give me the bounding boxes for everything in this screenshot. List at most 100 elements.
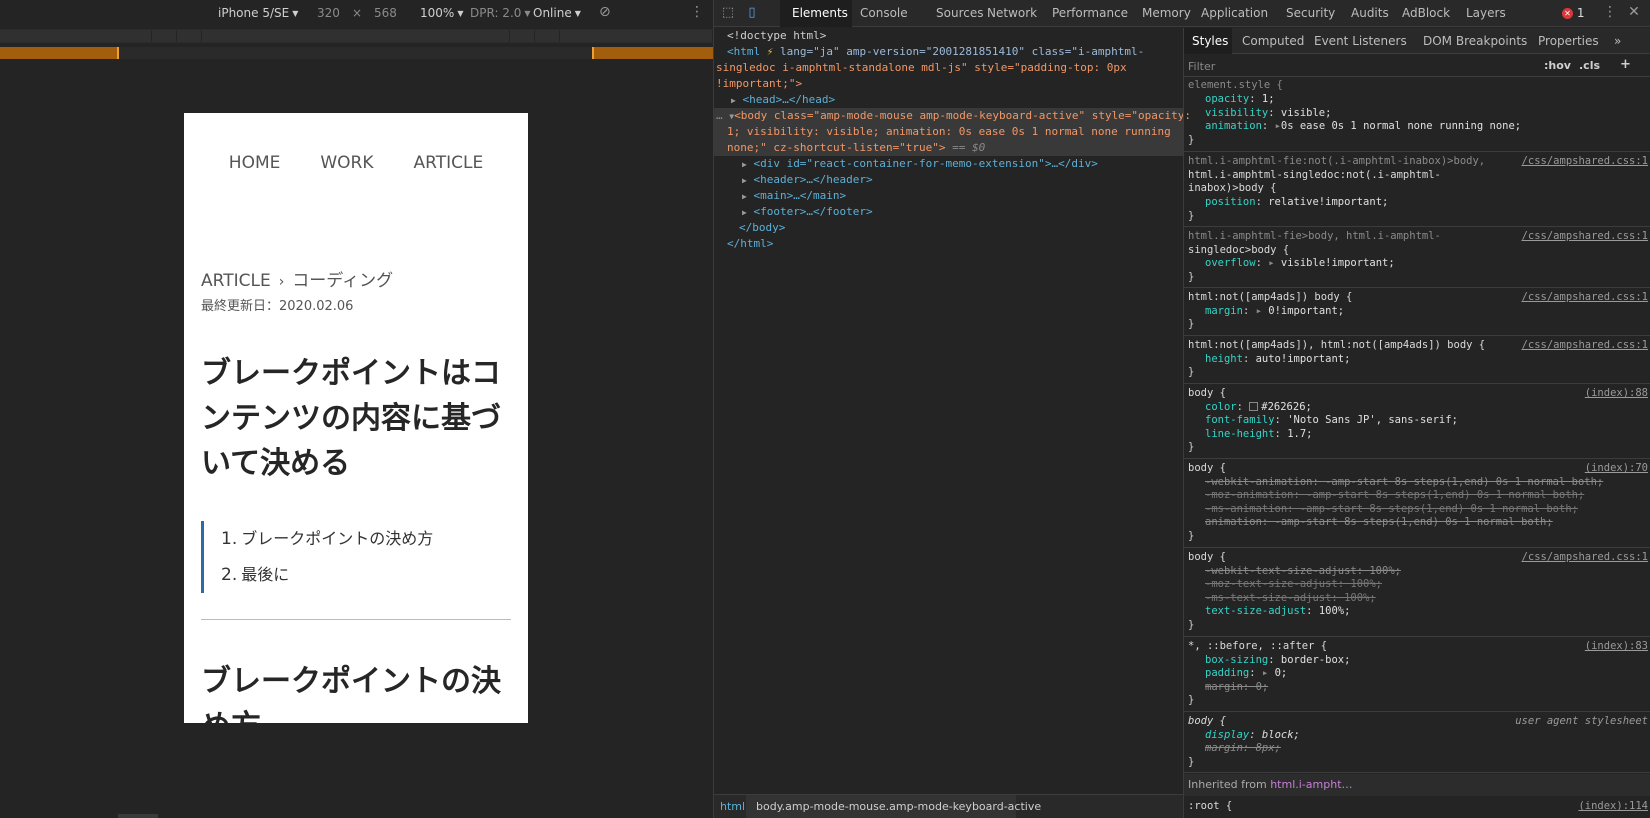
breakpoint-range[interactable] (592, 47, 713, 59)
rotate-icon[interactable]: ⊘ (599, 4, 611, 20)
tab-styles[interactable]: Styles (1192, 34, 1228, 48)
style-declaration[interactable]: animation: ▸0s ease 0s 1 normal none run… (1205, 120, 1521, 134)
style-declaration[interactable]: line-height: 1.7; (1205, 428, 1313, 442)
network-throttle-select[interactable]: Online ▼ (533, 6, 581, 20)
rule-source-link[interactable]: /css/ampshared.css:1 (1522, 291, 1648, 305)
expand-triangle-icon[interactable]: ▶ (731, 96, 736, 105)
inherited-tag-link[interactable]: html.i-ampht… (1270, 778, 1352, 791)
expand-triangle-icon[interactable]: ▸ (1256, 305, 1262, 317)
dom-node-header[interactable]: ▶ <header>…</header> (742, 172, 873, 189)
overridden-declaration[interactable]: -webkit-animation: -amp-start 8s steps(1… (1205, 476, 1603, 490)
rule-source-link[interactable]: (index):70 (1585, 462, 1648, 476)
dom-node-body[interactable]: … ▼<body class="amp-mode-mouse amp-mode-… (716, 108, 1191, 125)
width-input[interactable]: 320 (317, 6, 340, 20)
breakpoint-bar[interactable] (0, 47, 713, 59)
style-declaration[interactable]: padding: ▸ 0; (1205, 667, 1287, 681)
error-counter[interactable]: ✕ 1 (1562, 6, 1584, 20)
breadcrumb-article-link[interactable]: ARTICLE (201, 271, 271, 291)
rule-selector[interactable]: body { (1188, 715, 1226, 729)
rule-selector[interactable]: *, ::before, ::after { (1188, 640, 1327, 654)
rule-source-link[interactable]: /css/ampshared.css:1 (1522, 339, 1648, 353)
expand-triangle-icon[interactable]: ▶ (742, 176, 747, 185)
dom-node-head[interactable]: ▶ <head>…</head> (731, 92, 835, 109)
nav-article-link[interactable]: ARTICLE (414, 153, 484, 173)
style-declaration[interactable]: visibility: visible; (1205, 107, 1331, 121)
dom-node-main[interactable]: ▶ <main>…</main> (742, 188, 846, 205)
invalid-declaration[interactable]: -ms-animation: -amp-start 8s steps(1,end… (1205, 503, 1578, 517)
tab-event-listeners[interactable]: Event Listeners (1314, 34, 1407, 48)
toc-item[interactable]: 1. ブレークポイントの決め方 (221, 521, 433, 557)
close-icon[interactable]: ✕ (1626, 4, 1642, 20)
nav-work-link[interactable]: WORK (320, 153, 373, 173)
tab-adblock[interactable]: AdBlock (1402, 6, 1450, 20)
tab-security[interactable]: Security (1286, 6, 1335, 20)
rule-selector[interactable]: element.style { (1188, 79, 1283, 93)
tab-sources[interactable]: Sources (936, 6, 983, 20)
style-declaration[interactable]: margin: ▸ 0!important; (1205, 305, 1344, 319)
style-declaration[interactable]: font-family: 'Noto Sans JP', sans-serif; (1205, 414, 1458, 428)
tab-properties[interactable]: Properties (1538, 34, 1599, 48)
rule-source-link[interactable]: (index):88 (1585, 387, 1648, 401)
rule-selector[interactable]: html.i-amphtml-fie>body, html.i-amphtml- (1188, 230, 1441, 244)
inspect-element-icon[interactable]: ⬚ (720, 5, 736, 21)
style-declaration[interactable]: height: auto!important; (1205, 353, 1350, 367)
rule-selector[interactable]: html:not([amp4ads]) body { (1188, 291, 1352, 305)
device-select[interactable]: iPhone 5/SE ▼ (218, 6, 298, 20)
overridden-declaration[interactable]: margin: 8px; (1205, 742, 1281, 756)
rule-source-link[interactable]: /css/ampshared.css:1 (1522, 155, 1648, 169)
expand-triangle-icon[interactable]: ▶ (742, 208, 747, 217)
rule-selector[interactable]: body { (1188, 462, 1226, 476)
media-segment[interactable] (560, 30, 713, 42)
invalid-declaration[interactable]: -moz-text-size-adjust: 100%; (1205, 578, 1382, 592)
rule-selector[interactable]: body { (1188, 551, 1226, 565)
media-segment[interactable] (152, 30, 177, 42)
class-toggle-button[interactable]: .cls (1579, 59, 1600, 72)
device-viewport[interactable]: HOME WORK ARTICLE ARTICLE › コーディング 最終更新日：2… (184, 113, 528, 723)
media-segment[interactable] (535, 30, 560, 42)
rule-selector[interactable]: :root { (1188, 800, 1232, 814)
nav-home-link[interactable]: HOME (229, 153, 281, 173)
resize-handle[interactable] (118, 814, 158, 818)
more-options-icon[interactable]: ⋮ (690, 4, 704, 20)
dom-doctype[interactable]: <!doctype html> (727, 28, 826, 44)
tab-performance[interactable]: Performance (1052, 6, 1128, 20)
rule-source-link[interactable]: (index):83 (1585, 640, 1648, 654)
tab-computed[interactable]: Computed (1242, 34, 1304, 48)
toc-item[interactable]: 2. 最後に (221, 557, 433, 593)
crumb-html[interactable]: html (720, 800, 745, 813)
rule-source-link[interactable]: (index):114 (1578, 800, 1648, 814)
tab-application[interactable]: Application (1201, 6, 1268, 20)
expand-triangle-icon[interactable]: ▸ (1262, 667, 1268, 679)
zoom-select[interactable]: 100% ▼ (420, 6, 463, 20)
style-declaration[interactable]: text-size-adjust: 100%; (1205, 605, 1350, 619)
tab-memory[interactable]: Memory (1142, 6, 1191, 20)
rule-selector[interactable]: inabox)>body { (1188, 182, 1277, 196)
expand-triangle-icon[interactable]: ▶ (742, 160, 747, 169)
customize-menu-icon[interactable]: ⋮ (1602, 4, 1618, 20)
overridden-declaration[interactable]: margin: 0; (1205, 681, 1268, 695)
expand-triangle-icon[interactable]: ▸ (1268, 257, 1274, 269)
breakpoint-range[interactable] (0, 47, 118, 59)
tab-console[interactable]: Console (860, 6, 908, 20)
dom-node-footer[interactable]: ▶ <footer>…</footer> (742, 204, 873, 221)
styles-filter-input[interactable] (1188, 56, 1528, 76)
crumb-body[interactable]: body.amp-mode-mouse.amp-mode-keyboard-ac… (756, 800, 1041, 813)
overridden-declaration[interactable]: animation: -amp-start 8s steps(1,end) 0s… (1205, 516, 1553, 530)
style-declaration[interactable]: color: #262626; (1205, 401, 1312, 415)
rule-selector[interactable]: html:not([amp4ads]), html:not([amp4ads])… (1188, 339, 1485, 353)
rule-selector[interactable]: singledoc>body { (1188, 244, 1289, 258)
rule-selector[interactable]: body { (1188, 387, 1226, 401)
breadcrumb-current[interactable]: コーディング (292, 271, 393, 291)
device-toolbar-toggle-icon[interactable]: ▯ (744, 5, 760, 21)
style-declaration[interactable]: opacity: 1; (1205, 93, 1275, 107)
dpr-select[interactable]: DPR: 2.0 ▼ (470, 6, 531, 20)
media-segment[interactable] (0, 30, 152, 42)
dom-node-div[interactable]: ▶ <div id="react-container-for-memo-exte… (742, 156, 1098, 173)
hover-state-button[interactable]: :hov (1544, 59, 1571, 72)
height-input[interactable]: 568 (374, 6, 397, 20)
rule-selector[interactable]: html.i-amphtml-singledoc:not(.i-amphtml- (1188, 169, 1441, 183)
style-declaration[interactable]: position: relative!important; (1205, 196, 1388, 210)
dom-html-close[interactable]: </html> (727, 236, 773, 252)
rule-source-link[interactable]: /css/ampshared.css:1 (1522, 551, 1648, 565)
new-rule-button[interactable]: + (1620, 57, 1631, 72)
